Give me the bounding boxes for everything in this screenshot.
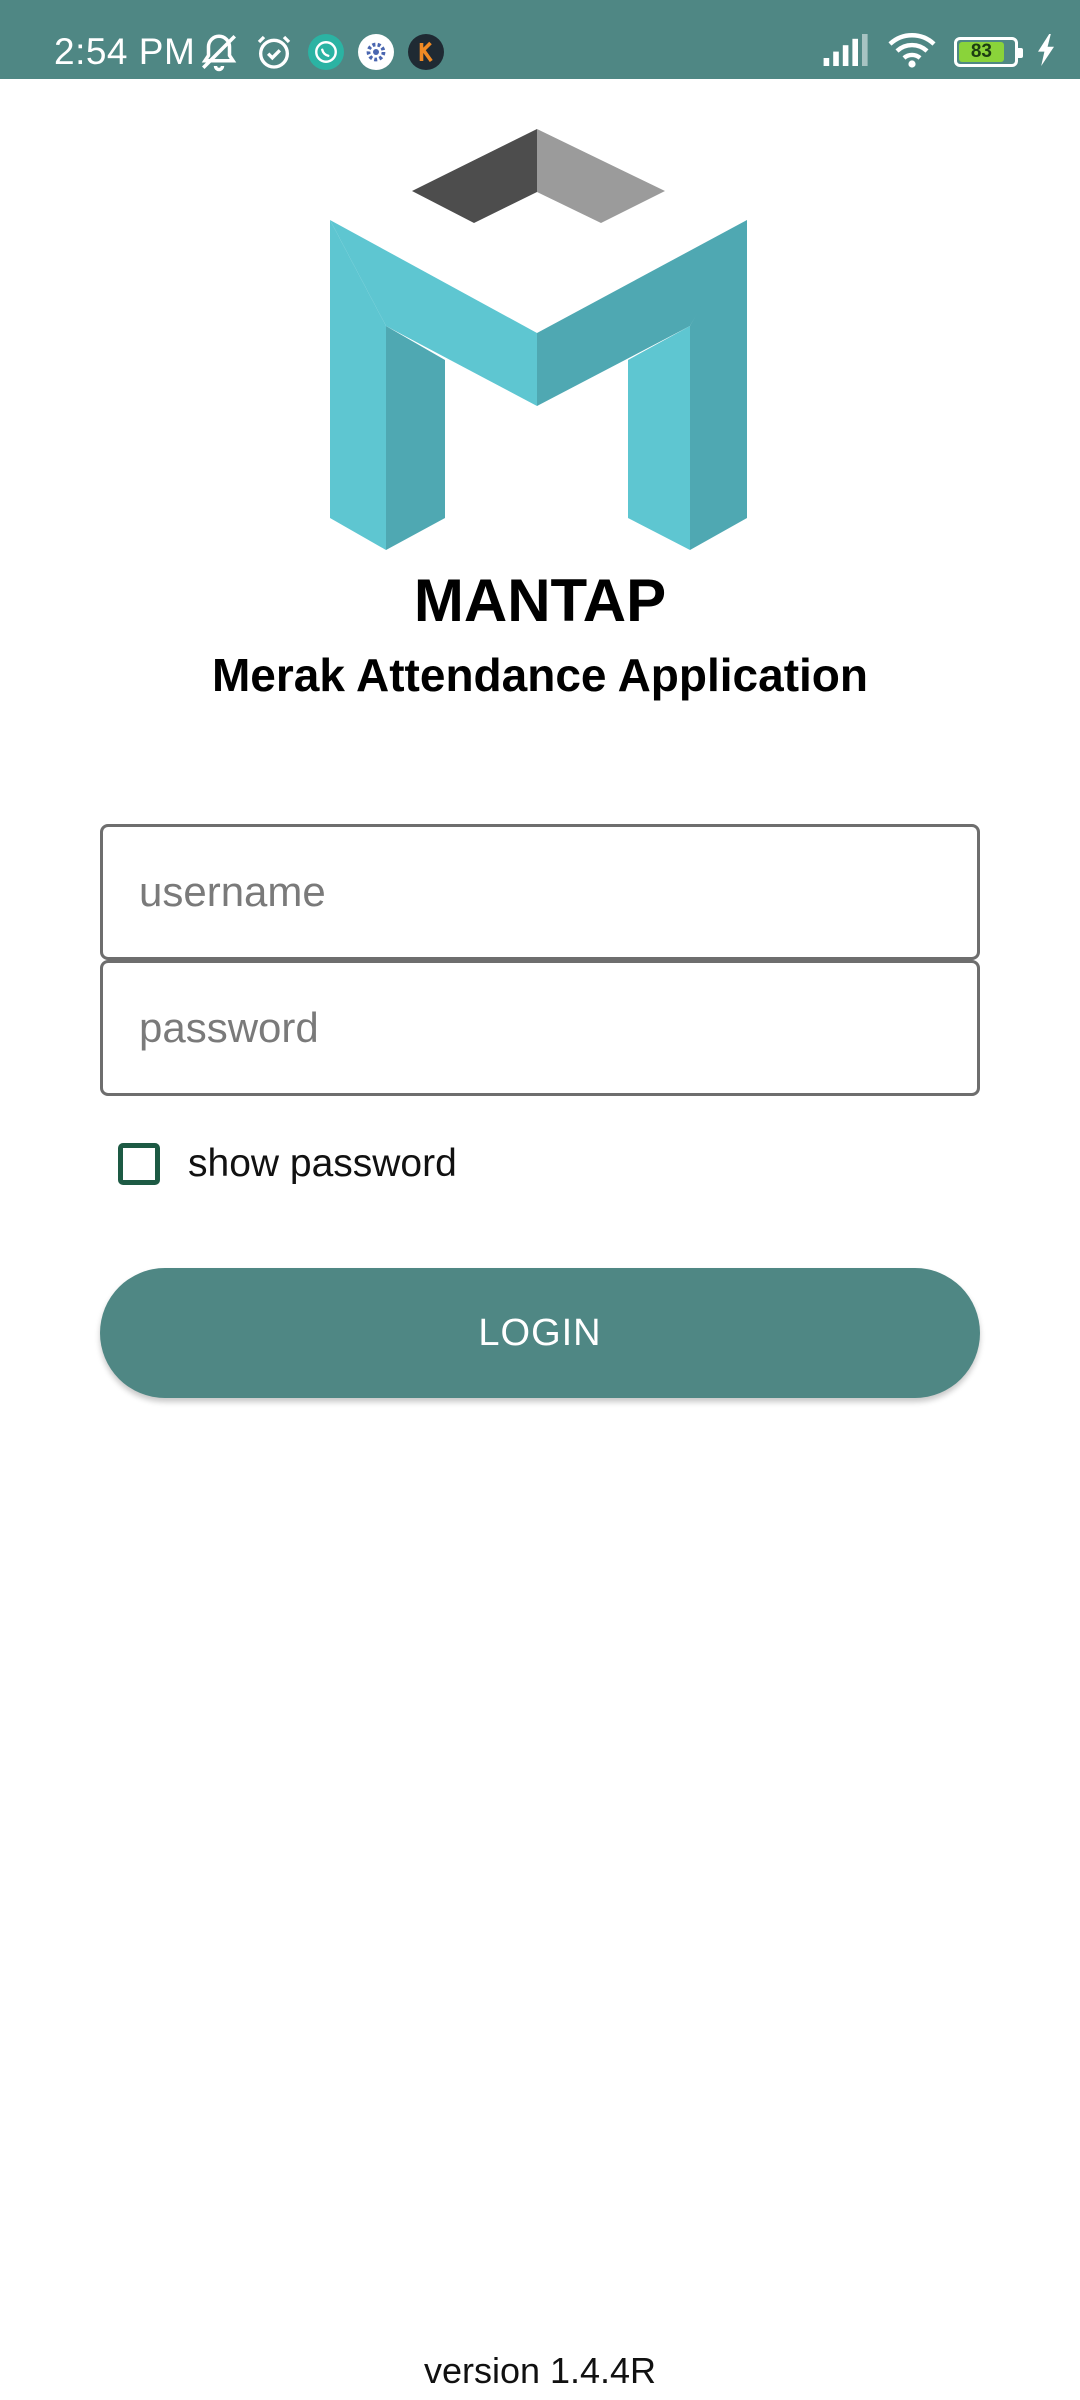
username-field[interactable] — [100, 824, 980, 960]
version-label: version 1.4.4R — [423, 2350, 657, 2391]
wifi-icon — [888, 32, 936, 73]
system-icons: 83 — [822, 30, 1056, 74]
login-screen: 2:54 PM 83 MANTAP Merak Attendance Appli… — [0, 0, 1080, 2400]
mantap-logo — [330, 129, 747, 550]
show-password-toggle[interactable]: show password — [118, 1138, 457, 1190]
password-input[interactable] — [139, 963, 941, 1093]
k-app-icon — [408, 34, 444, 70]
notification-icons — [198, 30, 444, 74]
status-bar: 2:54 PM 83 — [0, 0, 1080, 79]
app-gear-icon — [358, 34, 394, 70]
whatsapp-icon — [308, 34, 344, 70]
app-subtitle: Merak Attendance Application — [211, 649, 869, 701]
status-time: 2:54 PM — [54, 31, 196, 72]
password-field[interactable] — [100, 960, 980, 1096]
show-password-checkbox[interactable] — [118, 1143, 160, 1185]
login-button[interactable]: LOGIN — [100, 1268, 980, 1398]
show-password-label: show password — [188, 1142, 457, 1185]
app-title: MANTAP — [413, 567, 667, 634]
battery-level: 83 — [959, 41, 1004, 62]
username-input[interactable] — [139, 827, 941, 957]
charging-icon — [1036, 33, 1056, 71]
battery-icon: 83 — [954, 37, 1023, 67]
signal-icon — [822, 33, 870, 71]
muted-bell-icon — [198, 31, 240, 73]
alarm-icon — [254, 32, 294, 72]
